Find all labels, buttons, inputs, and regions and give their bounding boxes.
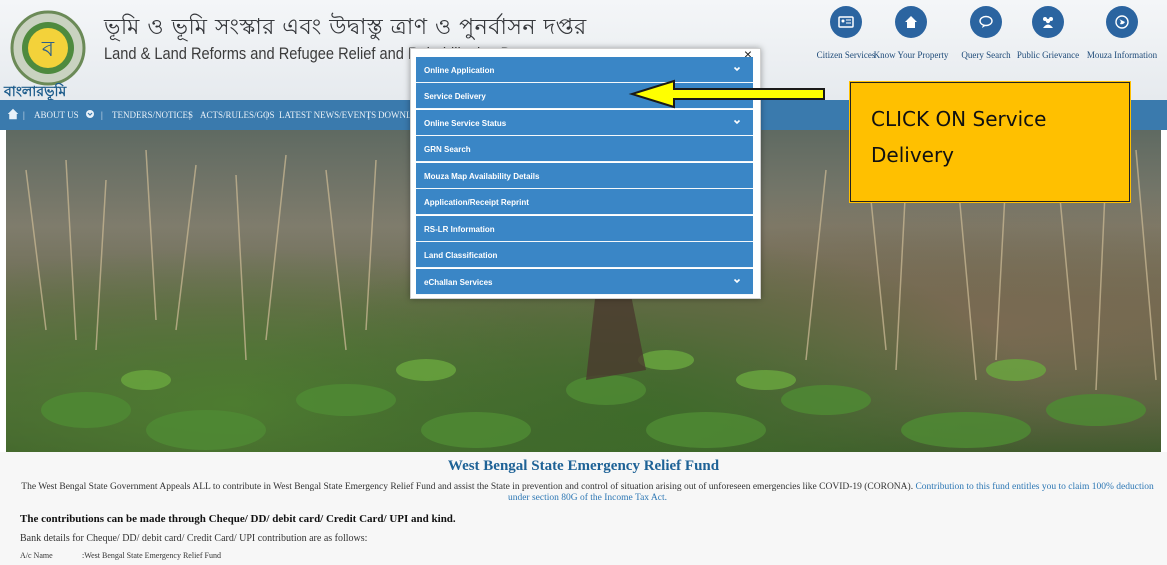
- account-name-row: A/c Name :West Bengal State Emergency Re…: [20, 551, 221, 560]
- chat-icon: [970, 6, 1002, 38]
- globe-icon: [1106, 6, 1138, 38]
- appeal-paragraph: The West Bengal State Government Appeals…: [21, 482, 1154, 503]
- quick-link-label: Public Grievance: [1016, 50, 1080, 60]
- menu-item-grn-search[interactable]: GRN Search: [416, 136, 753, 162]
- menu-item-mouza-map-availability[interactable]: Mouza Map Availability Details: [416, 163, 753, 189]
- quick-link-mouza-information[interactable]: Mouza Information: [1080, 6, 1164, 60]
- callout-text: CLICK ON Service Delivery: [871, 107, 1047, 167]
- chevron-down-icon: [733, 66, 741, 72]
- nav-latest-news-events[interactable]: LATEST NEWS/EVENTS: [279, 110, 376, 120]
- menu-item-echallan-services[interactable]: eChallan Services: [416, 269, 753, 295]
- pointer-arrow: [628, 79, 825, 109]
- relief-fund-section: West Bengal State Emergency Relief Fund …: [0, 452, 1167, 565]
- chevron-down-icon: [733, 119, 741, 125]
- quick-link-public-grievance[interactable]: Public Grievance: [1006, 6, 1090, 60]
- instruction-callout: CLICK ON Service Delivery: [850, 82, 1130, 202]
- nav-tenders-notices[interactable]: TENDERS/NOTICES: [112, 110, 193, 120]
- quick-link-label: Know Your Property: [873, 50, 949, 60]
- account-name-value: :West Bengal State Emergency Relief Fund: [82, 551, 221, 560]
- contribution-methods: The contributions can be made through Ch…: [20, 513, 456, 525]
- home-icon: [895, 6, 927, 38]
- users-icon: [1032, 6, 1064, 38]
- nav-downloads[interactable]: DOWNL: [378, 110, 412, 120]
- home-icon[interactable]: [7, 108, 19, 120]
- chevron-down-icon: [86, 110, 94, 118]
- menu-item-land-classification[interactable]: Land Classification: [416, 242, 753, 268]
- relief-fund-title: West Bengal State Emergency Relief Fund: [447, 458, 720, 474]
- department-logo[interactable]: ব: [8, 8, 88, 88]
- quick-link-know-your-property[interactable]: Know Your Property: [869, 6, 953, 60]
- account-name-label: A/c Name: [20, 551, 53, 560]
- menu-item-online-service-status[interactable]: Online Service Status: [416, 110, 753, 136]
- menu-item-rs-lr-information[interactable]: RS-LR Information: [416, 216, 753, 242]
- svg-text:ব: ব: [41, 37, 55, 62]
- menu-item-application-receipt-reprint[interactable]: Application/Receipt Reprint: [416, 189, 753, 215]
- bank-details-heading: Bank details for Cheque/ DD/ debit card/…: [20, 533, 368, 544]
- chevron-down-icon: [733, 278, 741, 284]
- department-title-bengali: ভূমি ও ভূমি সংস্কার এবং উদ্বাস্তু ত্রাণ …: [104, 15, 587, 40]
- id-card-icon: [830, 6, 862, 38]
- quick-link-label: Mouza Information: [1086, 50, 1158, 60]
- nav-about-us[interactable]: ABOUT US: [34, 110, 79, 120]
- nav-acts-rules-gos[interactable]: ACTS/RULES/GOS: [200, 110, 275, 120]
